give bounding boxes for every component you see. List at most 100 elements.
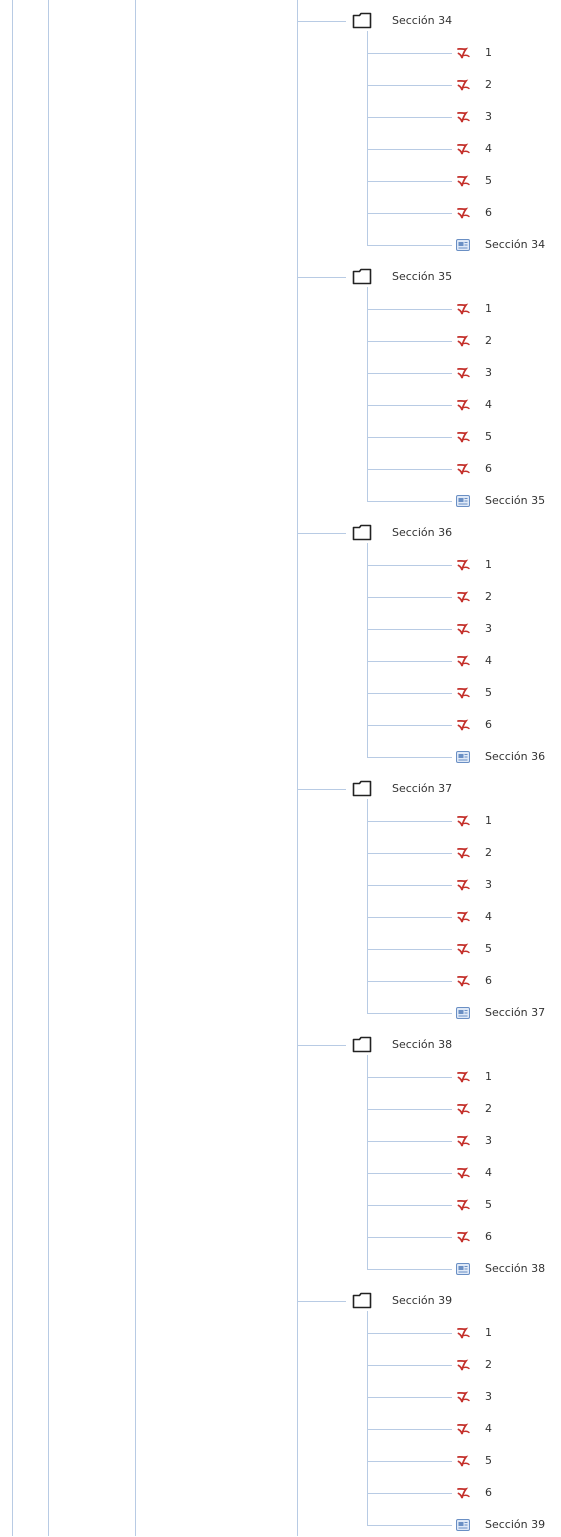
pdf-file-label[interactable]: 5 xyxy=(485,173,492,189)
pdf-file-label[interactable]: 6 xyxy=(485,717,492,733)
pdf-file-label[interactable]: 6 xyxy=(485,973,492,989)
pdf-file-label[interactable]: 1 xyxy=(485,813,492,829)
pdf-icon[interactable] xyxy=(455,685,471,701)
folder-icon[interactable] xyxy=(352,12,372,29)
pdf-icon[interactable] xyxy=(455,973,471,989)
document-icon[interactable] xyxy=(455,1517,471,1533)
pdf-icon[interactable] xyxy=(455,77,471,93)
pdf-icon[interactable] xyxy=(455,909,471,925)
pdf-file-label[interactable]: 5 xyxy=(485,429,492,445)
folder-icon[interactable] xyxy=(352,524,372,541)
pdf-file-label[interactable]: 4 xyxy=(485,397,492,413)
pdf-icon[interactable] xyxy=(455,333,471,349)
pdf-icon[interactable] xyxy=(455,1357,471,1373)
pdf-icon[interactable] xyxy=(455,1133,471,1149)
pdf-file-label[interactable]: 1 xyxy=(485,301,492,317)
document-icon[interactable] xyxy=(455,237,471,253)
pdf-file-label[interactable]: 4 xyxy=(485,1421,492,1437)
pdf-icon[interactable] xyxy=(455,1325,471,1341)
document-file-label[interactable]: Sección 37 xyxy=(485,1005,545,1021)
pdf-icon[interactable] xyxy=(455,621,471,637)
pdf-file-label[interactable]: 4 xyxy=(485,909,492,925)
pdf-file-label[interactable]: 1 xyxy=(485,45,492,61)
pdf-icon[interactable] xyxy=(455,429,471,445)
folder-icon[interactable] xyxy=(352,1292,372,1309)
folder-icon[interactable] xyxy=(352,780,372,797)
document-icon[interactable] xyxy=(455,1005,471,1021)
document-file-label[interactable]: Sección 38 xyxy=(485,1261,545,1277)
pdf-file-label[interactable]: 6 xyxy=(485,1229,492,1245)
document-file-label[interactable]: Sección 34 xyxy=(485,237,545,253)
pdf-icon[interactable] xyxy=(455,1421,471,1437)
folder-label[interactable]: Sección 34 xyxy=(392,13,452,29)
folder-icon[interactable] xyxy=(352,1036,372,1053)
folder-label[interactable]: Sección 36 xyxy=(392,525,452,541)
pdf-file-label[interactable]: 5 xyxy=(485,1197,492,1213)
pdf-file-label[interactable]: 3 xyxy=(485,1133,492,1149)
pdf-icon[interactable] xyxy=(455,557,471,573)
document-file-label[interactable]: Sección 35 xyxy=(485,493,545,509)
pdf-icon[interactable] xyxy=(455,1197,471,1213)
folder-label[interactable]: Sección 39 xyxy=(392,1293,452,1309)
tree-connector-line xyxy=(297,789,346,790)
pdf-icon[interactable] xyxy=(455,1453,471,1469)
pdf-icon[interactable] xyxy=(455,109,471,125)
document-icon[interactable] xyxy=(455,1261,471,1277)
pdf-file-label[interactable]: 4 xyxy=(485,1165,492,1181)
tree-connector-line xyxy=(367,1205,452,1206)
pdf-file-label[interactable]: 5 xyxy=(485,685,492,701)
pdf-file-label[interactable]: 2 xyxy=(485,77,492,93)
pdf-file-label[interactable]: 2 xyxy=(485,1357,492,1373)
pdf-file-label[interactable]: 6 xyxy=(485,1485,492,1501)
folder-label[interactable]: Sección 35 xyxy=(392,269,452,285)
pdf-file-label[interactable]: 5 xyxy=(485,1453,492,1469)
pdf-icon[interactable] xyxy=(455,205,471,221)
pdf-file-label[interactable]: 5 xyxy=(485,941,492,957)
pdf-file-label[interactable]: 2 xyxy=(485,333,492,349)
pdf-file-label[interactable]: 2 xyxy=(485,1101,492,1117)
pdf-icon[interactable] xyxy=(455,1389,471,1405)
document-icon[interactable] xyxy=(455,493,471,509)
pdf-file-label[interactable]: 3 xyxy=(485,365,492,381)
pdf-icon[interactable] xyxy=(455,365,471,381)
pdf-icon[interactable] xyxy=(455,301,471,317)
pdf-file-label[interactable]: 4 xyxy=(485,141,492,157)
pdf-file-label[interactable]: 2 xyxy=(485,589,492,605)
pdf-icon[interactable] xyxy=(455,717,471,733)
pdf-file-label[interactable]: 2 xyxy=(485,845,492,861)
pdf-icon[interactable] xyxy=(455,813,471,829)
document-file-label[interactable]: Sección 39 xyxy=(485,1517,545,1533)
pdf-file-label[interactable]: 1 xyxy=(485,1069,492,1085)
pdf-icon[interactable] xyxy=(455,653,471,669)
pdf-file-label[interactable]: 3 xyxy=(485,1389,492,1405)
pdf-icon[interactable] xyxy=(455,1485,471,1501)
folder-icon[interactable] xyxy=(352,268,372,285)
pdf-file-label[interactable]: 6 xyxy=(485,205,492,221)
folder-label[interactable]: Sección 37 xyxy=(392,781,452,797)
folder-label[interactable]: Sección 38 xyxy=(392,1037,452,1053)
pdf-file-label[interactable]: 3 xyxy=(485,621,492,637)
pdf-icon[interactable] xyxy=(455,1101,471,1117)
pdf-icon[interactable] xyxy=(455,1165,471,1181)
pdf-icon[interactable] xyxy=(455,173,471,189)
pdf-icon[interactable] xyxy=(455,589,471,605)
pdf-file-label[interactable]: 4 xyxy=(485,653,492,669)
pdf-icon[interactable] xyxy=(455,45,471,61)
tree-connector-line xyxy=(367,757,452,758)
pdf-file-label[interactable]: 6 xyxy=(485,461,492,477)
pdf-icon[interactable] xyxy=(455,397,471,413)
document-file-label[interactable]: Sección 36 xyxy=(485,749,545,765)
pdf-file-label[interactable]: 1 xyxy=(485,557,492,573)
document-icon[interactable] xyxy=(455,749,471,765)
pdf-icon[interactable] xyxy=(455,141,471,157)
pdf-icon[interactable] xyxy=(455,877,471,893)
tree-connector-line xyxy=(367,1461,452,1462)
pdf-file-label[interactable]: 1 xyxy=(485,1325,492,1341)
pdf-icon[interactable] xyxy=(455,941,471,957)
pdf-file-label[interactable]: 3 xyxy=(485,109,492,125)
pdf-file-label[interactable]: 3 xyxy=(485,877,492,893)
pdf-icon[interactable] xyxy=(455,1229,471,1245)
pdf-icon[interactable] xyxy=(455,461,471,477)
pdf-icon[interactable] xyxy=(455,1069,471,1085)
pdf-icon[interactable] xyxy=(455,845,471,861)
